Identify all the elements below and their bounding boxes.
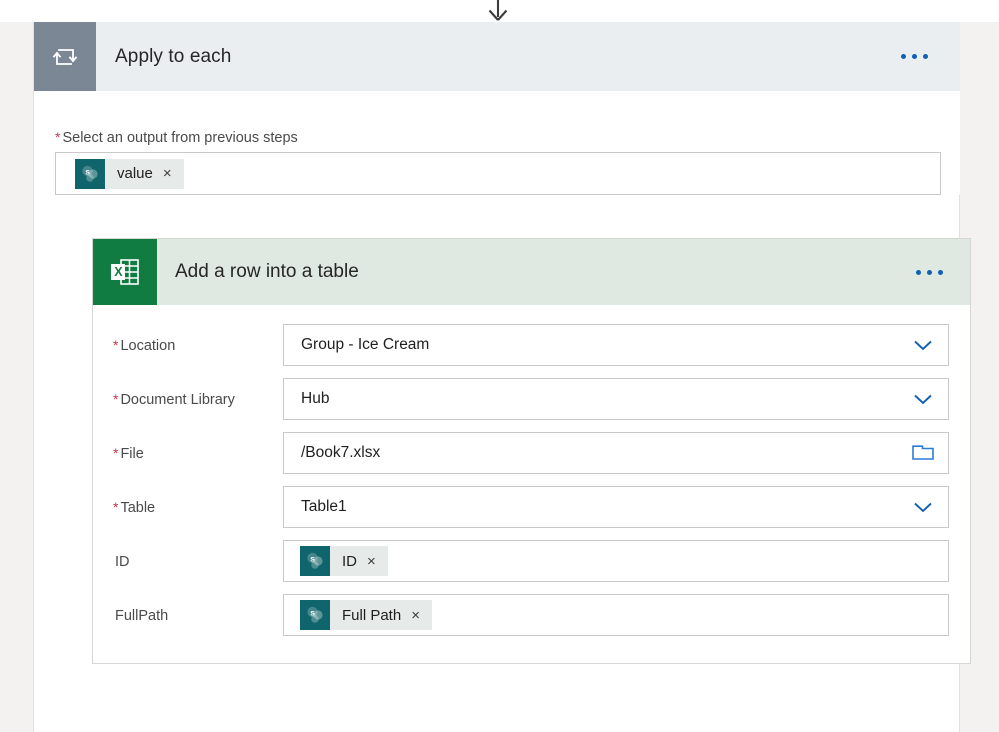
svg-text:s: s xyxy=(85,166,90,176)
excel-icon: X xyxy=(93,239,157,305)
required-indicator: * xyxy=(113,390,119,407)
select-output-input[interactable]: s value × xyxy=(55,152,941,195)
apply-to-each-more-options-icon[interactable] xyxy=(901,54,928,59)
folder-icon[interactable] xyxy=(910,443,936,463)
loop-repeat-icon xyxy=(34,22,96,91)
label-file-text: File xyxy=(120,445,144,462)
id-input[interactable]: s ID × xyxy=(283,540,949,582)
token-remove-icon[interactable]: × xyxy=(365,554,388,569)
add-row-action-card: X Add a row into a table * Location Group… xyxy=(92,238,971,664)
svg-text:X: X xyxy=(114,265,123,279)
action-parameters: * Location Group - Ice Cream * Document Li… xyxy=(93,305,970,642)
sharepoint-icon: s xyxy=(75,158,105,189)
required-indicator: * xyxy=(113,444,119,461)
add-row-action-header[interactable]: X Add a row into a table xyxy=(93,239,970,305)
chevron-down-icon[interactable] xyxy=(910,499,936,515)
svg-text:s: s xyxy=(310,608,315,618)
table-dropdown[interactable]: Table1 xyxy=(283,486,949,528)
parameter-row-file: * File /Book7.xlsx xyxy=(93,426,970,480)
label-id-text: ID xyxy=(115,553,130,570)
chevron-down-icon[interactable] xyxy=(910,337,936,353)
apply-to-each-header[interactable]: Apply to each xyxy=(34,22,960,91)
parameter-row-fullpath: FullPath s Full Path × xyxy=(93,588,970,642)
apply-to-each-title: Apply to each xyxy=(115,45,232,67)
label-table-text: Table xyxy=(120,499,156,516)
label-fullpath-text: FullPath xyxy=(115,607,169,624)
arrow-down-icon xyxy=(484,0,512,24)
label-file: * File xyxy=(93,445,283,462)
fullpath-input[interactable]: s Full Path × xyxy=(283,594,949,636)
flow-connector xyxy=(0,0,999,22)
token-label: ID xyxy=(342,552,357,570)
token-value[interactable]: s value × xyxy=(75,158,184,189)
token-id[interactable]: s ID × xyxy=(300,546,388,576)
document-library-dropdown[interactable]: Hub xyxy=(283,378,949,420)
required-indicator: * xyxy=(113,336,119,353)
token-fullpath[interactable]: s Full Path × xyxy=(300,600,432,630)
parameter-row-table: * Table Table1 xyxy=(93,480,970,534)
apply-to-each-card: Apply to each * Select an output from pre… xyxy=(33,22,971,732)
sharepoint-icon: s xyxy=(300,600,330,630)
add-row-action-title: Add a row into a table xyxy=(175,261,359,282)
token-label: Full Path xyxy=(342,606,402,624)
label-fullpath: FullPath xyxy=(93,607,283,624)
token-remove-icon[interactable]: × xyxy=(161,166,184,181)
token-remove-icon[interactable]: × xyxy=(409,608,432,623)
file-input[interactable]: /Book7.xlsx xyxy=(283,432,949,474)
file-value: /Book7.xlsx xyxy=(301,444,381,461)
location-dropdown[interactable]: Group - Ice Cream xyxy=(283,324,949,366)
required-indicator: * xyxy=(113,498,119,515)
label-location-text: Location xyxy=(120,337,176,354)
label-id: ID xyxy=(93,553,283,570)
label-document-library: * Document Library xyxy=(93,391,283,408)
document-library-value: Hub xyxy=(301,390,330,407)
required-indicator: * xyxy=(55,129,61,145)
sharepoint-icon: s xyxy=(300,546,330,576)
parameter-row-document-library: * Document Library Hub xyxy=(93,372,970,426)
select-output-label-text: Select an output from previous steps xyxy=(62,130,298,146)
label-table: * Table xyxy=(93,499,283,516)
label-location: * Location xyxy=(93,337,283,354)
svg-text:s: s xyxy=(310,554,315,564)
add-row-more-options-icon[interactable] xyxy=(916,269,943,275)
table-value: Table1 xyxy=(301,498,347,515)
select-output-label: * Select an output from previous steps xyxy=(34,91,960,152)
parameter-row-location: * Location Group - Ice Cream xyxy=(93,318,970,372)
parameter-row-id: ID s ID × xyxy=(93,534,970,588)
apply-to-each-body: * Select an output from previous steps s … xyxy=(34,91,960,195)
token-label: value xyxy=(117,165,153,182)
location-value: Group - Ice Cream xyxy=(301,336,430,353)
chevron-down-icon[interactable] xyxy=(910,391,936,407)
label-document-library-text: Document Library xyxy=(120,391,235,408)
